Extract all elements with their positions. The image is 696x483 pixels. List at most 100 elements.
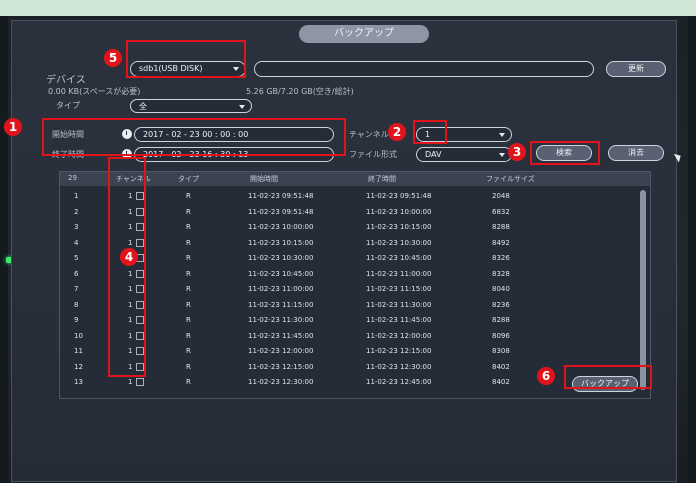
cell-n: 6 (74, 269, 79, 278)
annotation-badge-5: 5 (104, 49, 122, 67)
file-list-table: 29 チャンネル タイプ 開始時間 終了時間 ファイルサイズ 1 1 R 11-02-… (59, 171, 651, 399)
type-label: タイプ (56, 101, 80, 110)
cell-end: 11-02-23 10:00:00 (366, 207, 432, 216)
device-path-field[interactable] (254, 61, 594, 77)
free-total-space-text: 5.26 GB/7.20 GB(空き/総計) (246, 87, 354, 96)
file-format-label: ファイル形式 (349, 150, 397, 159)
page-background (0, 0, 696, 16)
table-row[interactable]: 9 1 R 11-02-23 11:30:00 11-02-23 11:45:00 828… (60, 314, 650, 326)
type-select[interactable]: 全 (130, 99, 252, 113)
cell-n: 13 (74, 378, 83, 386)
cell-end: 11-02-23 12:00:00 (366, 331, 432, 340)
table-row[interactable]: 6 1 R 11-02-23 10:45:00 11-02-23 11:00:00 832… (60, 268, 650, 280)
monitor-bezel-right (688, 16, 696, 483)
header-count: 29 (68, 174, 77, 182)
refresh-button[interactable]: 更新 (606, 61, 666, 77)
cell-type: R (186, 223, 191, 231)
cell-start: 11-02-23 09:51:48 (248, 207, 314, 216)
cell-type: R (186, 207, 191, 216)
cell-size: 2048 (492, 192, 510, 200)
table-row[interactable]: 11 1 R 11-02-23 12:00:00 11-02-23 12:15:00 83… (60, 345, 650, 357)
cell-end: 11-02-23 12:30:00 (366, 362, 432, 371)
cell-n: 1 (74, 192, 79, 200)
annotation-badge-6: 6 (537, 367, 555, 385)
cell-end: 11-02-23 11:00:00 (366, 269, 432, 278)
cell-start: 11-02-23 10:30:00 (248, 254, 314, 262)
required-space-text: 0.00 KB(スペースが必要) (48, 87, 141, 96)
cell-type: R (186, 347, 191, 355)
cell-end: 11-02-23 09:51:48 (366, 192, 432, 200)
row-checkbox[interactable] (136, 378, 144, 386)
cell-start: 11-02-23 11:45:00 (248, 331, 314, 340)
highlight-search (530, 141, 600, 165)
channel-label: チャンネル (349, 130, 389, 139)
cell-n: 10 (74, 331, 83, 340)
table-row[interactable]: 13 1 R 11-02-23 12:30:00 11-02-23 12:45:00 84… (60, 376, 650, 388)
cell-size: 8402 (492, 378, 510, 386)
table-row[interactable]: 10 1 R 11-02-23 11:45:00 11-02-23 12:00:00 80… (60, 330, 650, 342)
cell-size: 8288 (492, 223, 510, 231)
highlight-device (126, 40, 246, 78)
cell-type: R (186, 362, 191, 371)
cell-size: 8308 (492, 347, 510, 355)
cell-type: R (186, 316, 191, 324)
table-header: 29 チャンネル タイプ 開始時間 終了時間 ファイルサイズ (60, 172, 650, 186)
table-row[interactable]: 12 1 R 11-02-23 12:15:00 11-02-23 12:30:00 84… (60, 361, 650, 373)
annotation-badge-1: 1 (4, 118, 22, 136)
header-start-time: 開始時間 (250, 175, 278, 183)
highlight-checkboxes (108, 157, 146, 377)
dialog-title: バックアップ (299, 25, 429, 43)
cell-start: 11-02-23 11:15:00 (248, 300, 314, 309)
cell-start: 11-02-23 12:00:00 (248, 347, 314, 355)
clear-button[interactable]: 消去 (608, 145, 664, 161)
cell-n: 8 (74, 300, 79, 309)
cell-type: R (186, 192, 191, 200)
cell-end: 11-02-23 11:30:00 (366, 300, 432, 309)
cell-type: R (186, 238, 191, 247)
annotation-badge-4: 4 (120, 248, 138, 266)
cell-size: 8328 (492, 269, 510, 278)
table-row[interactable]: 1 1 R 11-02-23 09:51:48 11-02-23 09:51:48 204… (60, 190, 650, 202)
cell-start: 11-02-23 12:30:00 (248, 378, 314, 386)
cell-n: 4 (74, 238, 79, 247)
cell-n: 2 (74, 207, 79, 216)
cell-size: 6832 (492, 207, 510, 216)
table-row[interactable]: 7 1 R 11-02-23 11:00:00 11-02-23 11:15:00 804… (60, 283, 650, 295)
cell-n: 11 (74, 347, 83, 355)
cell-type: R (186, 254, 191, 262)
highlight-time-range (42, 118, 346, 156)
cell-end: 11-02-23 12:15:00 (366, 347, 432, 355)
cell-n: 3 (74, 223, 79, 231)
header-file-size: ファイルサイズ (486, 175, 535, 183)
cell-size: 8402 (492, 362, 510, 371)
cell-start: 11-02-23 09:51:48 (248, 192, 314, 200)
cell-size: 8236 (492, 300, 510, 309)
table-scrollbar[interactable] (640, 190, 646, 390)
device-label: デバイス (46, 75, 86, 86)
cell-type: R (186, 269, 191, 278)
cell-start: 11-02-23 11:00:00 (248, 285, 314, 293)
highlight-backup (564, 365, 652, 389)
cell-n: 7 (74, 285, 79, 293)
table-row[interactable]: 3 1 R 11-02-23 10:00:00 11-02-23 10:15:00 828… (60, 221, 650, 233)
table-row[interactable]: 51R11-02-23 10:30:0011-02-23 10:45:00832… (60, 252, 650, 264)
file-format-select[interactable]: DAV (416, 147, 512, 162)
cell-size: 8326 (492, 254, 510, 262)
cell-start: 11-02-23 10:00:00 (248, 223, 314, 231)
cell-end: 11-02-23 10:45:00 (366, 254, 432, 262)
cell-size: 8040 (492, 285, 510, 293)
monitor-bezel-left (0, 16, 8, 483)
table-row[interactable]: 2 1 R 11-02-23 09:51:48 11-02-23 10:00:00 683… (60, 206, 650, 218)
cell-type: R (186, 300, 191, 309)
cell-start: 11-02-23 10:45:00 (248, 269, 314, 278)
table-row[interactable]: 8 1 R 11-02-23 11:15:00 11-02-23 11:30:00 823… (60, 299, 650, 311)
header-type: タイプ (178, 175, 199, 183)
cell-ch: 1 (128, 378, 133, 386)
cell-end: 11-02-23 11:45:00 (366, 316, 432, 324)
cell-end: 11-02-23 10:30:00 (366, 238, 432, 247)
cell-end: 11-02-23 11:15:00 (366, 285, 432, 293)
cell-size: 8096 (492, 331, 510, 340)
cell-start: 11-02-23 11:30:00 (248, 316, 314, 324)
table-row[interactable]: 4 1 R 11-02-23 10:15:00 11-02-23 10:30:00 849… (60, 237, 650, 249)
cell-end: 11-02-23 12:45:00 (366, 378, 432, 386)
